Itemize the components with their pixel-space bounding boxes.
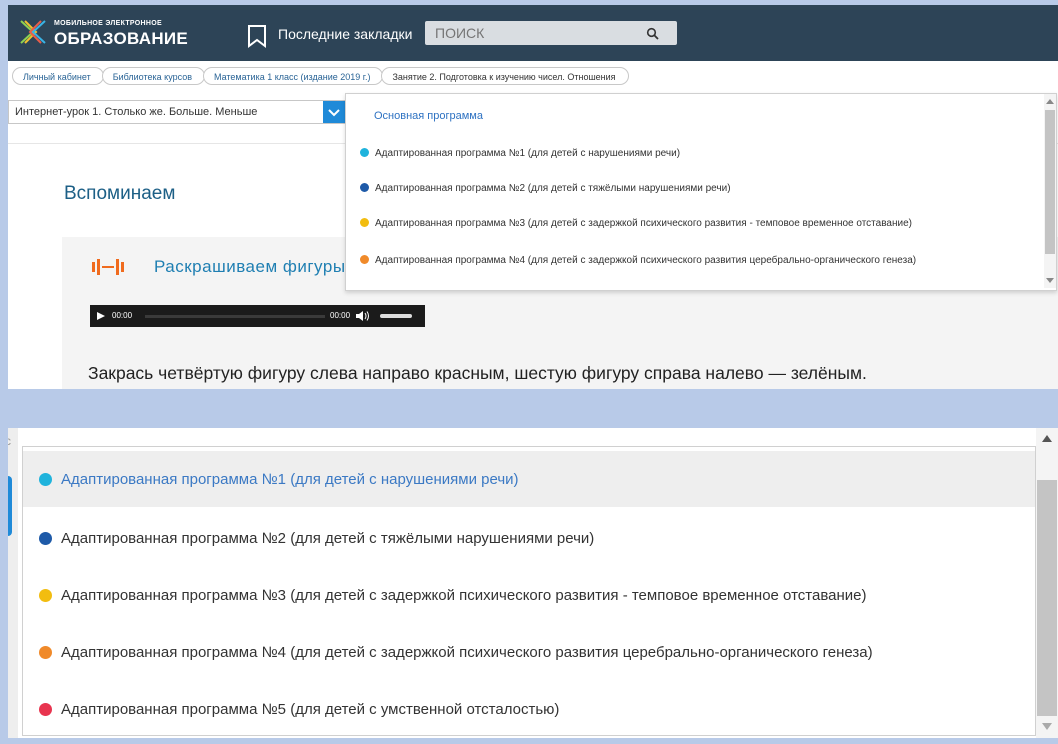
cropped-select-button [8,476,12,536]
play-icon[interactable] [97,312,105,320]
program-option-label: Адаптированная программа №4 (для детей с… [61,643,873,661]
section-title: Вспоминаем [64,183,176,204]
program-option[interactable]: Адаптированная программа №1 (для детей с… [360,148,680,159]
program-color-dot [39,531,52,545]
program-option-label: Адаптированная программа №2 (для детей с… [375,183,731,194]
scroll-down-icon[interactable] [1042,723,1052,730]
breadcrumb-item[interactable]: Библиотека курсов [101,67,205,85]
lesson-select[interactable]: Интернет-урок 1. Столько же. Больше. Мен… [8,100,346,124]
program-option[interactable]: Адаптированная программа №2 (для детей с… [360,183,731,194]
logo-subtitle: МОБИЛЬНОЕ ЭЛЕКТРОННОЕ [54,20,162,27]
program-option-label: Адаптированная программа №3 (для детей с… [61,586,867,604]
audio-progress-track[interactable] [145,315,325,318]
program-option-label: Адаптированная программа №3 (для детей с… [375,218,912,229]
dropdown-scrollbar[interactable] [1044,94,1056,288]
program-color-dot [360,218,369,227]
program-list-zoomed: Адаптированная программа №1 (для детей с… [22,446,1036,736]
program-option[interactable]: Адаптированная программа №5 (для детей с… [23,681,1035,737]
zoomed-screenshot-panel: с Адаптированная программа №1 (для детей… [8,428,1058,738]
program-option[interactable]: Адаптированная программа №2 (для детей с… [23,510,1035,566]
volume-slider[interactable] [380,314,412,318]
program-color-dot [39,472,52,486]
chevron-down-icon [328,109,340,117]
audio-task-icon [92,259,124,275]
lesson-select-value: Интернет-урок 1. Столько же. Больше. Мен… [15,106,258,118]
program-option[interactable]: Адаптированная программа №4 (для детей с… [23,624,1035,680]
program-option-label: Адаптированная программа №2 (для детей с… [61,529,595,547]
program-color-dot [39,588,52,602]
background-strip [8,428,18,738]
program-option-selected[interactable]: Адаптированная программа №1 (для детей с… [23,451,1035,507]
logo-icon[interactable] [18,17,48,47]
site-header: МОБИЛЬНОЕ ЭЛЕКТРОННОЕ ОБРАЗОВАНИЕ Послед… [8,5,1058,61]
program-option-label: Адаптированная программа №1 (для детей с… [61,470,519,488]
breadcrumb-item-current[interactable]: Занятие 2. Подготовка к изучению чисел. … [381,67,629,85]
top-screenshot-panel: МОБИЛЬНОЕ ЭЛЕКТРОННОЕ ОБРАЗОВАНИЕ Послед… [8,5,1058,389]
program-dropdown: Основная программа Адаптированная програ… [345,93,1057,291]
program-option[interactable]: Адаптированная программа №3 (для детей с… [23,567,1035,623]
audio-current-time: 00:00 [112,311,133,320]
audio-duration: 00:00 [330,311,351,320]
program-color-dot [360,148,369,157]
zoomed-list-scrollbar[interactable] [1036,428,1058,738]
task-instruction: Закрась четвёртую фигуру слева направо к… [88,363,867,383]
program-color-dot [360,255,369,264]
program-color-dot [360,183,369,192]
program-color-dot [39,645,52,659]
search-input[interactable] [425,21,677,45]
breadcrumb: Личный кабинет Библиотека курсов Математ… [12,67,629,85]
program-option-main[interactable]: Основная программа [374,110,483,122]
program-option[interactable]: Адаптированная программа №3 (для детей с… [360,218,912,229]
program-color-dot [39,702,52,716]
volume-icon[interactable] [356,310,370,322]
task-title: Раскрашиваем фигуры [154,257,346,276]
breadcrumb-item[interactable]: Математика 1 класс (издание 2019 г.) [203,67,384,85]
audio-player[interactable]: 00:00 00:00 [90,305,425,327]
recent-bookmarks-link[interactable]: Последние закладки [278,26,412,42]
bookmark-icon[interactable] [246,24,268,48]
program-option-label: Адаптированная программа №5 (для детей с… [61,700,560,718]
program-option[interactable]: Адаптированная программа №4 (для детей с… [360,255,916,266]
scrollbar-thumb[interactable] [1037,480,1057,716]
program-option-label: Адаптированная программа №1 (для детей с… [375,148,681,159]
scroll-up-icon[interactable] [1046,99,1054,104]
program-option-label: Адаптированная программа №4 (для детей с… [375,255,917,266]
breadcrumb-item[interactable]: Личный кабинет [12,67,104,85]
scroll-up-icon[interactable] [1042,435,1052,442]
logo-title[interactable]: ОБРАЗОВАНИЕ [54,29,188,49]
lesson-select-toggle[interactable] [323,101,345,123]
cropped-text: с [8,434,11,448]
scroll-down-icon[interactable] [1046,278,1054,283]
scrollbar-thumb[interactable] [1045,110,1055,254]
search-icon[interactable] [646,27,660,41]
